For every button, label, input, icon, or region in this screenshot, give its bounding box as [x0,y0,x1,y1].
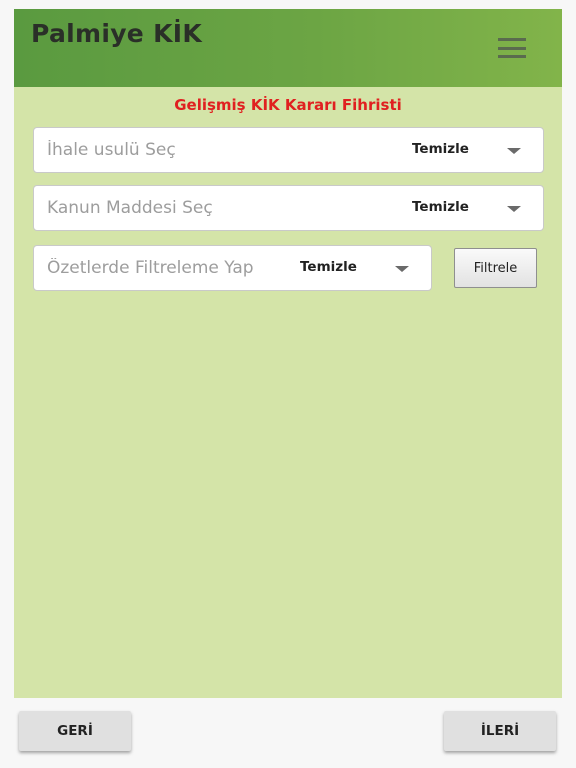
summary-filter-input[interactable] [47,246,273,290]
summary-filter-clear-button[interactable]: Temizle [300,259,357,275]
filter-button[interactable]: Filtrele [454,248,537,288]
page-title: Gelişmiş KİK Kararı Fihristi [174,96,402,114]
tender-method-input[interactable] [47,128,387,172]
law-article-input[interactable] [47,186,387,230]
menu-bar [498,46,526,50]
app-container: Palmiye KİK Gelişmiş KİK Kararı Fihristi… [14,9,562,698]
app-header: Palmiye KİK [14,9,562,87]
tender-method-clear-button[interactable]: Temizle [412,141,469,157]
next-button[interactable]: İLERİ [444,711,556,751]
law-article-select[interactable]: Temizle [33,185,544,231]
law-article-clear-button[interactable]: Temizle [412,199,469,215]
menu-bar [498,55,526,58]
caret-down-icon[interactable] [395,266,409,272]
caret-down-icon[interactable] [507,206,521,212]
summary-filter-select[interactable]: Temizle [33,245,432,291]
app-title: Palmiye KİK [31,19,203,48]
back-button[interactable]: GERİ [19,711,131,751]
hamburger-menu-icon[interactable] [492,35,532,61]
tender-method-select[interactable]: Temizle [33,127,544,173]
caret-down-icon[interactable] [507,148,521,154]
menu-bar [498,38,526,41]
